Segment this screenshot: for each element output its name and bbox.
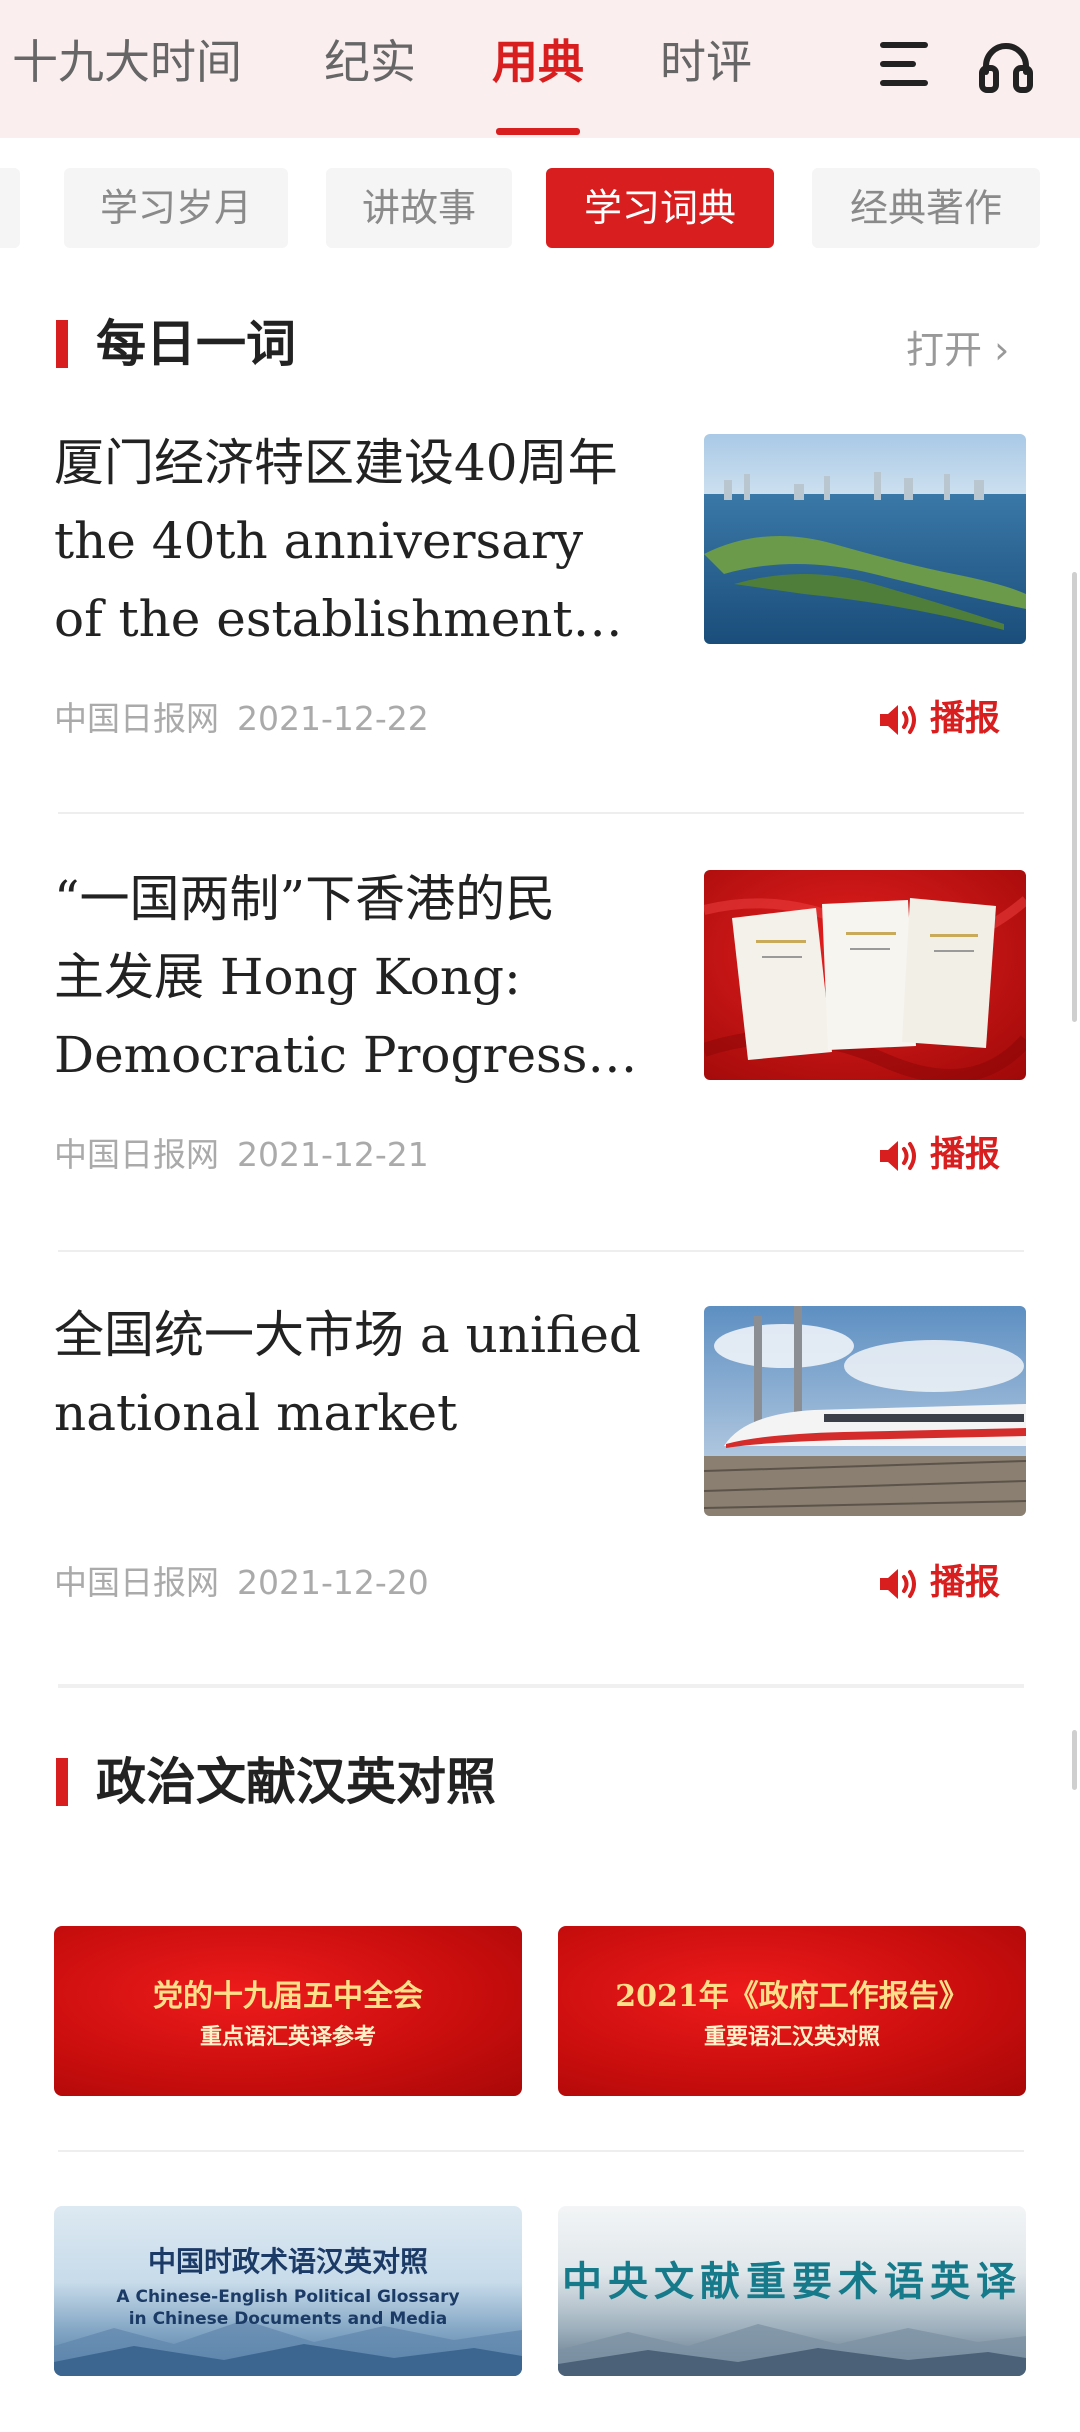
article-source: 中国日报网 xyxy=(54,699,219,738)
speaker-icon xyxy=(880,705,916,735)
article-thumbnail-train[interactable] xyxy=(704,1306,1026,1516)
open-link[interactable]: 打开 › xyxy=(906,320,1009,380)
article-meta: 中国日报网 2021-12-21 xyxy=(54,1130,429,1180)
section-title: 每日一词 xyxy=(96,314,296,373)
play-audio-button[interactable]: 播报 xyxy=(878,1130,1000,1180)
doc-card-fifth-plenum[interactable]: 党的十九届五中全会 重点语汇英译参考 xyxy=(54,1926,522,2096)
article-title-line: national market xyxy=(54,1384,458,1442)
sub-tab-classic-works[interactable]: 经典著作 xyxy=(812,168,1040,248)
sub-tab-partial[interactable] xyxy=(0,168,20,248)
tab-classics[interactable]: 用典 xyxy=(492,30,584,94)
article-title-line: the 40th anniversary xyxy=(54,512,584,570)
article-title: 厦门经济特区建设40周年 the 40th anniversary of the… xyxy=(54,424,654,658)
article-thumbnail-white-paper[interactable] xyxy=(704,870,1026,1080)
article-meta: 中国日报网 2021-12-20 xyxy=(54,1558,429,1608)
card-title: 中国时政术语汉英对照 xyxy=(147,2245,428,2278)
sub-tabs: 学习岁月 讲故事 学习词典 经典著作 xyxy=(0,138,1080,288)
play-label: 播报 xyxy=(930,699,1001,739)
play-audio-button[interactable]: 播报 xyxy=(878,694,1000,744)
card-title: 2021年《政府工作报告》 xyxy=(615,1979,969,2014)
card-title: 中央文献重要术语英译 xyxy=(562,2258,1022,2305)
play-audio-button[interactable]: 播报 xyxy=(878,1558,1000,1608)
divider xyxy=(58,1250,1024,1252)
article-item[interactable]: 全国统一大市场 a unified national market 中国日报网 2… xyxy=(54,1296,1026,1656)
speaker-icon xyxy=(880,1569,916,1599)
speaker-icon xyxy=(880,1141,916,1171)
scrollbar[interactable] xyxy=(1072,572,1077,1022)
article-date: 2021-12-21 xyxy=(237,1135,429,1174)
doc-card-political-glossary[interactable]: 中国时政术语汉英对照 A Chinese-English Political G… xyxy=(54,2206,522,2376)
article-title-line: “一国两制”下香港的民 xyxy=(54,870,556,928)
active-tab-indicator xyxy=(496,128,580,135)
tab-fade-overlay xyxy=(820,20,860,120)
play-label: 播报 xyxy=(930,1563,1001,1603)
tab-documentary[interactable]: 纪实 xyxy=(324,30,416,94)
card-title: 党的十九届五中全会 xyxy=(153,1979,423,2014)
sub-tab-storytelling[interactable]: 讲故事 xyxy=(326,168,512,248)
article-title-line: 主发展 Hong Kong: xyxy=(54,948,521,1006)
doc-card-central-documents[interactable]: 中央文献重要术语英译 xyxy=(558,2206,1026,2376)
article-title-line: Democratic Progress… xyxy=(54,1026,638,1084)
article-title-line: of the establishment… xyxy=(54,590,623,648)
card-subtitle: A Chinese-English Political Glossary xyxy=(116,2287,460,2307)
article-thumbnail-xiamen[interactable] xyxy=(704,434,1026,644)
card-subtitle: in Chinese Documents and Media xyxy=(128,2309,448,2329)
section-accent-bar xyxy=(56,320,68,368)
article-date: 2021-12-20 xyxy=(237,1563,429,1602)
article-title-line: 全国统一大市场 a unified xyxy=(54,1306,641,1364)
article-item[interactable]: “一国两制”下香港的民 主发展 Hong Kong: Democratic Pr… xyxy=(54,860,1026,1200)
divider xyxy=(58,2150,1024,2152)
section-title: 政治文献汉英对照 xyxy=(96,1752,496,1811)
section-accent-bar xyxy=(56,1758,68,1806)
menu-icon[interactable] xyxy=(880,42,932,88)
article-title: 全国统一大市场 a unified national market xyxy=(54,1296,684,1452)
article-title-line: 厦门经济特区建设40周年 xyxy=(54,434,618,492)
article-date: 2021-12-22 xyxy=(237,699,429,738)
article-source: 中国日报网 xyxy=(54,1563,219,1602)
article-title: “一国两制”下香港的民 主发展 Hong Kong: Democratic Pr… xyxy=(54,860,654,1094)
tab-commentary[interactable]: 时评 xyxy=(660,30,752,94)
article-meta: 中国日报网 2021-12-22 xyxy=(54,694,429,744)
sub-tab-study-dictionary[interactable]: 学习词典 xyxy=(546,168,774,248)
sub-tab-study-years[interactable]: 学习岁月 xyxy=(64,168,288,248)
headphones-icon[interactable] xyxy=(976,36,1036,96)
scrollbar-thumb[interactable] xyxy=(1072,1730,1077,1790)
card-subtitle: 重要语汇汉英对照 xyxy=(703,2024,880,2050)
card-subtitle: 重点语汇英译参考 xyxy=(199,2024,376,2050)
tab-19th-congress[interactable]: 十九大时间 xyxy=(12,30,242,94)
article-item[interactable]: 厦门经济特区建设40周年 the 40th anniversary of the… xyxy=(54,424,1026,764)
play-label: 播报 xyxy=(930,1135,1001,1175)
mountain-graphic xyxy=(558,2324,1026,2376)
divider xyxy=(58,812,1024,814)
top-nav: 十九大时间 纪实 用典 时评 xyxy=(0,0,1080,138)
article-source: 中国日报网 xyxy=(54,1135,219,1174)
doc-card-work-report[interactable]: 2021年《政府工作报告》 重要语汇汉英对照 xyxy=(558,1926,1026,2096)
section-divider xyxy=(58,1684,1024,1688)
